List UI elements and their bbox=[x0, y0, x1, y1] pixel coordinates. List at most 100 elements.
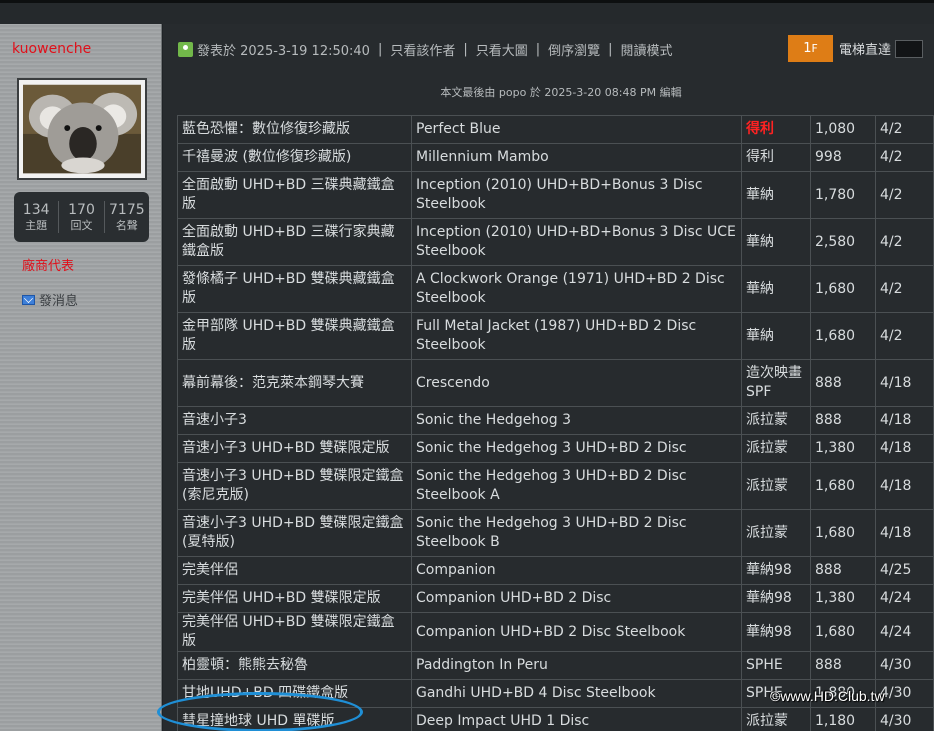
title-zh-cell: 幕前幕後：范克萊本鋼琴大賽 bbox=[177, 359, 412, 407]
view-large-images-link[interactable]: 只看大圖 bbox=[476, 40, 528, 59]
distributor-cell: 華納 bbox=[741, 265, 811, 313]
vendor-badge: 廠商代表 bbox=[22, 259, 75, 274]
title-en-cell: Millennium Mambo bbox=[411, 143, 742, 172]
price-cell: 1,680 bbox=[810, 312, 876, 360]
price-cell: 1,080 bbox=[810, 115, 876, 144]
post-meta: 發表於 2025-3-19 12:50:40 | 只看該作者 | 只看大圖 | … bbox=[178, 40, 673, 59]
table-row: 藍色恐懼：數位修復珍藏版 Perfect Blue 得利 1,080 4/2 bbox=[177, 115, 934, 144]
release-date-cell: 4/2 bbox=[875, 171, 934, 219]
price-cell: 1,380 bbox=[810, 584, 876, 613]
table-row: 音速小子3 UHD+BD 雙碟限定版 Sonic the Hedgehog 3 U… bbox=[177, 434, 934, 463]
floor-jump-label: 電梯直達 bbox=[839, 43, 892, 58]
title-en-cell: Sonic the Hedgehog 3 UHD+BD 2 Disc Steel… bbox=[411, 462, 742, 510]
table-row: 音速小子3 Sonic the Hedgehog 3 派拉蒙 888 4/18 bbox=[177, 406, 934, 435]
price-cell: 888 bbox=[810, 406, 876, 435]
stat-reputation-value: 7175 bbox=[109, 202, 145, 218]
distributor-cell: 得利 bbox=[741, 143, 811, 172]
title-en-cell: A Clockwork Orange (1971) UHD+BD 2 Disc … bbox=[411, 265, 742, 313]
table-row: 發條橘子 UHD+BD 雙碟典藏鐵盒版 A Clockwork Orange (1… bbox=[177, 265, 934, 313]
release-date-cell: 4/30 bbox=[875, 651, 934, 680]
distributor-cell: 華納98 bbox=[741, 584, 811, 613]
stat-replies-value: 170 bbox=[68, 202, 95, 218]
post-date: 發表於 2025-3-19 12:50:40 bbox=[197, 43, 370, 59]
title-en-cell: Sonic the Hedgehog 3 bbox=[411, 406, 742, 435]
title-en-cell: Full Metal Jacket (1987) UHD+BD 2 Disc S… bbox=[411, 312, 742, 360]
title-en-cell: Inception (2010) UHD+BD+Bonus 3 Disc Ste… bbox=[411, 171, 742, 219]
distributor-cell: 華納98 bbox=[741, 612, 811, 652]
title-zh-cell: 完美伴侶 UHD+BD 雙碟限定鐵盒版 bbox=[177, 612, 412, 652]
release-date-cell: 4/24 bbox=[875, 612, 934, 652]
separator: | bbox=[377, 41, 383, 57]
table-row: 完美伴侶 Companion 華納98 888 4/25 bbox=[177, 556, 934, 585]
title-zh-cell: 藍色恐懼：數位修復珍藏版 bbox=[177, 115, 412, 144]
title-en-cell: Crescendo bbox=[411, 359, 742, 407]
title-zh-cell: 全面啟動 UHD+BD 三碟典藏鐵盒版 bbox=[177, 171, 412, 219]
release-date-cell: 4/18 bbox=[875, 359, 934, 407]
title-en-cell: Paddington In Peru bbox=[411, 651, 742, 680]
reading-mode-link[interactable]: 閱讀模式 bbox=[621, 40, 673, 59]
title-zh-cell: 柏靈頓：熊熊去秘魯 bbox=[177, 651, 412, 680]
table-row: 全面啟動 UHD+BD 三碟行家典藏鐵盒版 Inception (2010) UH… bbox=[177, 218, 934, 266]
title-en-cell: Gandhi UHD+BD 4 Disc Steelbook bbox=[411, 679, 742, 708]
post-content: 發表於 2025-3-19 12:50:40 | 只看該作者 | 只看大圖 | … bbox=[157, 24, 934, 731]
send-message-link[interactable]: 發消息 bbox=[22, 290, 78, 309]
title-zh-cell: 音速小子3 UHD+BD 雙碟限定鐵盒(夏特版) bbox=[177, 509, 412, 557]
price-cell: 888 bbox=[810, 359, 876, 407]
table-row: 全面啟動 UHD+BD 三碟典藏鐵盒版 Inception (2010) UHD+… bbox=[177, 171, 934, 219]
title-zh-cell: 千禧曼波 (數位修復珍藏版) bbox=[177, 143, 412, 172]
title-zh-cell: 發條橘子 UHD+BD 雙碟典藏鐵盒版 bbox=[177, 265, 412, 313]
floor-jump: 電梯直達 bbox=[839, 39, 924, 58]
distributor-cell: 華納 bbox=[741, 218, 811, 266]
send-message-label: 發消息 bbox=[39, 294, 79, 309]
price-cell: 2,580 bbox=[810, 218, 876, 266]
stat-replies[interactable]: 170 回文 bbox=[59, 201, 105, 233]
distributor-cell: 派拉蒙 bbox=[741, 406, 811, 435]
release-date-cell: 4/18 bbox=[875, 434, 934, 463]
table-row: 幕前幕後：范克萊本鋼琴大賽 Crescendo 造次映畫SPF 888 4/18 bbox=[177, 359, 934, 407]
top-strip bbox=[0, 0, 934, 24]
stat-threads[interactable]: 134 主題 bbox=[14, 201, 60, 233]
user-icon bbox=[178, 41, 193, 57]
table-row: 音速小子3 UHD+BD 雙碟限定鐵盒(索尼克版) Sonic the Hedge… bbox=[177, 462, 934, 510]
distributor-cell: 華納 bbox=[741, 312, 811, 360]
title-zh-cell: 全面啟動 UHD+BD 三碟行家典藏鐵盒版 bbox=[177, 218, 412, 266]
price-cell: 1,780 bbox=[810, 171, 876, 219]
edit-note: 本文最後由 popo 於 2025-3-20 08:48 PM 編輯 bbox=[440, 86, 682, 99]
separator: | bbox=[608, 41, 613, 57]
distributor-cell: 派拉蒙 bbox=[741, 707, 811, 731]
table-row: 金甲部隊 UHD+BD 雙碟典藏鐵盒版 Full Metal Jacket (19… bbox=[177, 312, 934, 360]
koala-avatar[interactable] bbox=[17, 78, 147, 180]
release-date-cell: 4/24 bbox=[875, 584, 934, 613]
release-date-cell: 4/25 bbox=[875, 556, 934, 585]
title-en-cell: Companion UHD+BD 2 Disc bbox=[411, 584, 742, 613]
stat-reputation[interactable]: 7175 名聲 bbox=[105, 201, 149, 233]
title-en-cell: Sonic the Hedgehog 3 UHD+BD 2 Disc bbox=[411, 434, 742, 463]
price-cell: 1,680 bbox=[810, 612, 876, 652]
distributor-cell: 造次映畫SPF bbox=[741, 359, 811, 407]
floor-jump-input[interactable] bbox=[895, 39, 924, 58]
title-zh-cell: 金甲部隊 UHD+BD 雙碟典藏鐵盒版 bbox=[177, 312, 412, 360]
floor-number-value: 1 bbox=[803, 41, 812, 56]
release-date-cell: 4/18 bbox=[875, 509, 934, 557]
table-row: 完美伴侶 UHD+BD 雙碟限定鐵盒版 Companion UHD+BD 2 Di… bbox=[177, 612, 934, 652]
reverse-order-link[interactable]: 倒序瀏覽 bbox=[548, 40, 600, 59]
distributor-cell: 華納 bbox=[741, 171, 811, 219]
title-zh-cell: 音速小子3 UHD+BD 雙碟限定鐵盒(索尼克版) bbox=[177, 462, 412, 510]
price-cell: 1,680 bbox=[810, 265, 876, 313]
release-date-cell: 4/18 bbox=[875, 406, 934, 435]
separator: | bbox=[463, 41, 468, 57]
title-en-cell: Perfect Blue bbox=[411, 115, 742, 144]
title-zh-cell: 完美伴侶 UHD+BD 雙碟限定版 bbox=[177, 584, 412, 613]
release-date-cell: 4/2 bbox=[875, 265, 934, 313]
release-date-cell: 4/2 bbox=[875, 143, 934, 172]
title-zh-cell: 完美伴侶 bbox=[177, 556, 412, 585]
view-author-only-link[interactable]: 只看該作者 bbox=[390, 40, 455, 59]
author-username-link[interactable]: kuowenche bbox=[12, 41, 91, 57]
table-row: 千禧曼波 (數位修復珍藏版) Millennium Mambo 得利 998 4/2 bbox=[177, 143, 934, 172]
release-date-cell: 4/18 bbox=[875, 462, 934, 510]
table-row: 音速小子3 UHD+BD 雙碟限定鐵盒(夏特版) Sonic the Hedgeh… bbox=[177, 509, 934, 557]
price-cell: 1,180 bbox=[810, 707, 876, 731]
floor-number[interactable]: 1F bbox=[788, 35, 833, 62]
price-cell: 1,680 bbox=[810, 462, 876, 510]
stat-replies-label: 回文 bbox=[70, 219, 93, 232]
